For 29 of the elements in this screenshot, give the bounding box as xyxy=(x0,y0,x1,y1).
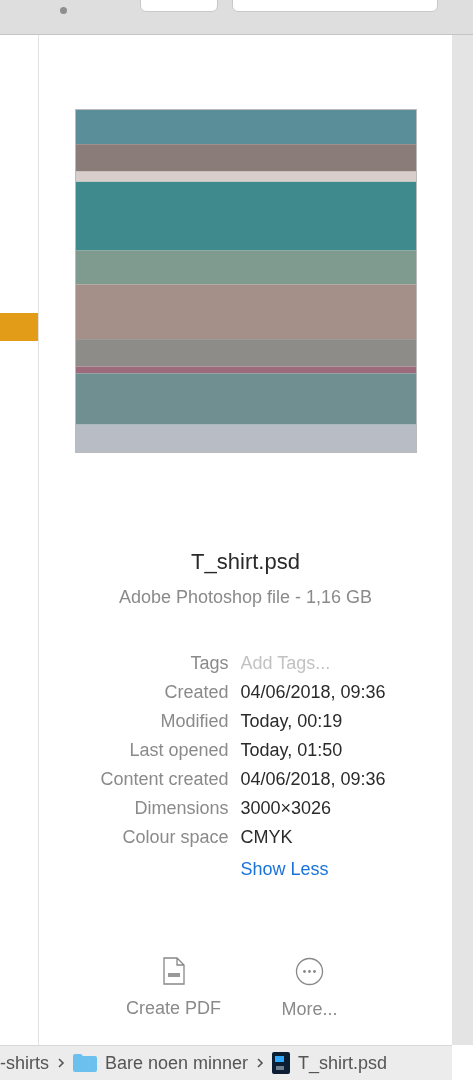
info-value: 04/06/2018, 09:36 xyxy=(240,768,387,791)
path-item[interactable]: T_shirt.psd xyxy=(298,1049,388,1077)
info-value: Today, 00:19 xyxy=(240,710,344,733)
action-button[interactable]: More... xyxy=(260,957,359,1023)
document-icon xyxy=(272,1052,291,1074)
info-label: Created xyxy=(163,681,229,704)
info-label: Modified xyxy=(159,710,229,733)
info-value: Today, 01:50 xyxy=(240,739,344,762)
tags-field[interactable]: Add Tags... xyxy=(240,651,441,675)
info-value: 3000×3026 xyxy=(240,797,333,820)
info-value: CMYK xyxy=(240,826,294,849)
info-label: Dimensions xyxy=(133,797,229,820)
pdf-document-icon xyxy=(162,957,185,985)
info-label: Colour space xyxy=(121,826,229,849)
action-button[interactable]: Create PDF xyxy=(124,957,223,1023)
folder-icon xyxy=(73,1054,97,1072)
file-subtitle: Adobe Photoshop file - 1,16 GB xyxy=(118,586,373,609)
path-item[interactable]: Bare noen minner xyxy=(105,1049,249,1077)
info-label: Content created xyxy=(99,768,229,791)
path-item[interactable]: -shirts xyxy=(0,1049,49,1077)
sidebar-row[interactable] xyxy=(0,313,38,341)
info-value: 04/06/2018, 09:36 xyxy=(240,681,387,704)
chevron-icon xyxy=(256,1057,265,1069)
more-icon xyxy=(295,957,324,986)
file-name: T_shirt.psd xyxy=(191,548,300,576)
info-label: Tags xyxy=(189,652,229,675)
show-less-link[interactable]: Show Less xyxy=(240,857,441,881)
chevron-icon xyxy=(57,1057,65,1069)
info-label: Last opened xyxy=(128,739,229,762)
